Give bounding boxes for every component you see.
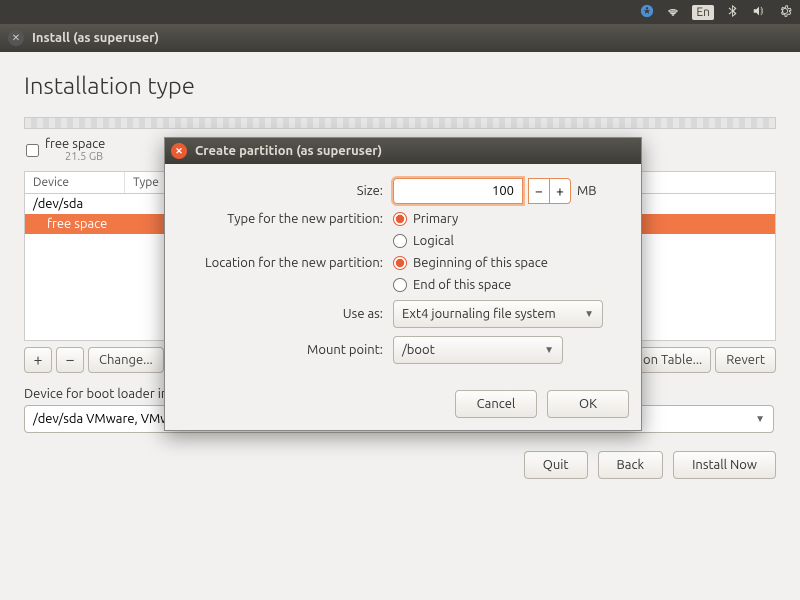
dialog-close-button[interactable]: ✕ [171, 143, 187, 159]
dropdown-arrow-icon: ▼ [755, 413, 765, 425]
size-unit: MB [577, 184, 597, 198]
use-as-value: Ext4 journaling file system [402, 307, 556, 321]
back-button[interactable]: Back [598, 451, 664, 479]
mount-point-label: Mount point: [183, 343, 393, 357]
size-input[interactable] [393, 178, 523, 204]
location-begin-radio[interactable] [393, 256, 407, 270]
legend-name: free space [45, 137, 105, 151]
window-close-button[interactable]: ✕ [8, 30, 24, 46]
disk-usage-bar [24, 117, 776, 129]
mount-point-value: /boot [402, 343, 435, 357]
settings-gear-icon[interactable] [778, 4, 792, 21]
ok-button[interactable]: OK [547, 390, 629, 418]
remove-partition-button[interactable]: − [56, 347, 84, 373]
dropdown-arrow-icon: ▼ [544, 344, 554, 356]
type-logical-label: Logical [413, 234, 454, 248]
legend-checkbox[interactable] [26, 144, 39, 157]
mount-point-combo[interactable]: /boot ▼ [393, 336, 563, 364]
volume-icon[interactable] [752, 4, 766, 21]
dialog-titlebar: ✕ Create partition (as superuser) [165, 138, 641, 164]
change-partition-button[interactable]: Change... [88, 347, 164, 373]
bluetooth-icon[interactable] [726, 4, 740, 21]
add-partition-button[interactable]: + [24, 347, 52, 373]
page-title: Installation type [24, 72, 776, 99]
size-decrement-button[interactable]: − [528, 178, 550, 204]
quit-button[interactable]: Quit [524, 451, 588, 479]
window-title: Install (as superuser) [32, 31, 159, 45]
col-header-device[interactable]: Device [25, 172, 125, 193]
page-footer: Quit Back Install Now [24, 451, 776, 479]
location-begin-label: Beginning of this space [413, 256, 548, 270]
row-device: free space [33, 217, 133, 231]
revert-button[interactable]: Revert [715, 347, 776, 373]
size-stepper: − + [529, 178, 571, 204]
accessibility-icon[interactable] [640, 4, 654, 21]
system-top-panel: En [0, 0, 800, 24]
dropdown-arrow-icon: ▼ [584, 308, 594, 320]
create-partition-dialog: ✕ Create partition (as superuser) Size: … [164, 137, 642, 431]
location-end-radio[interactable] [393, 278, 407, 292]
location-label: Location for the new partition: [183, 256, 393, 270]
type-primary-radio[interactable] [393, 212, 407, 226]
use-as-combo[interactable]: Ext4 journaling file system ▼ [393, 300, 603, 328]
install-now-button[interactable]: Install Now [673, 451, 776, 479]
use-as-label: Use as: [183, 307, 393, 321]
window-titlebar: ✕ Install (as superuser) [0, 24, 800, 52]
legend-size: 21.5 GB [65, 151, 105, 163]
size-label: Size: [183, 184, 393, 198]
keyboard-layout-indicator[interactable]: En [692, 5, 714, 20]
partition-type-label: Type for the new partition: [183, 212, 393, 226]
dialog-title: Create partition (as superuser) [195, 144, 382, 158]
location-end-label: End of this space [413, 278, 511, 292]
network-icon[interactable] [666, 4, 680, 21]
row-device: /dev/sda [33, 197, 133, 211]
cancel-button[interactable]: Cancel [455, 390, 537, 418]
type-logical-radio[interactable] [393, 234, 407, 248]
dialog-footer: Cancel OK [165, 384, 641, 430]
size-increment-button[interactable]: + [549, 178, 571, 204]
type-primary-label: Primary [413, 212, 458, 226]
